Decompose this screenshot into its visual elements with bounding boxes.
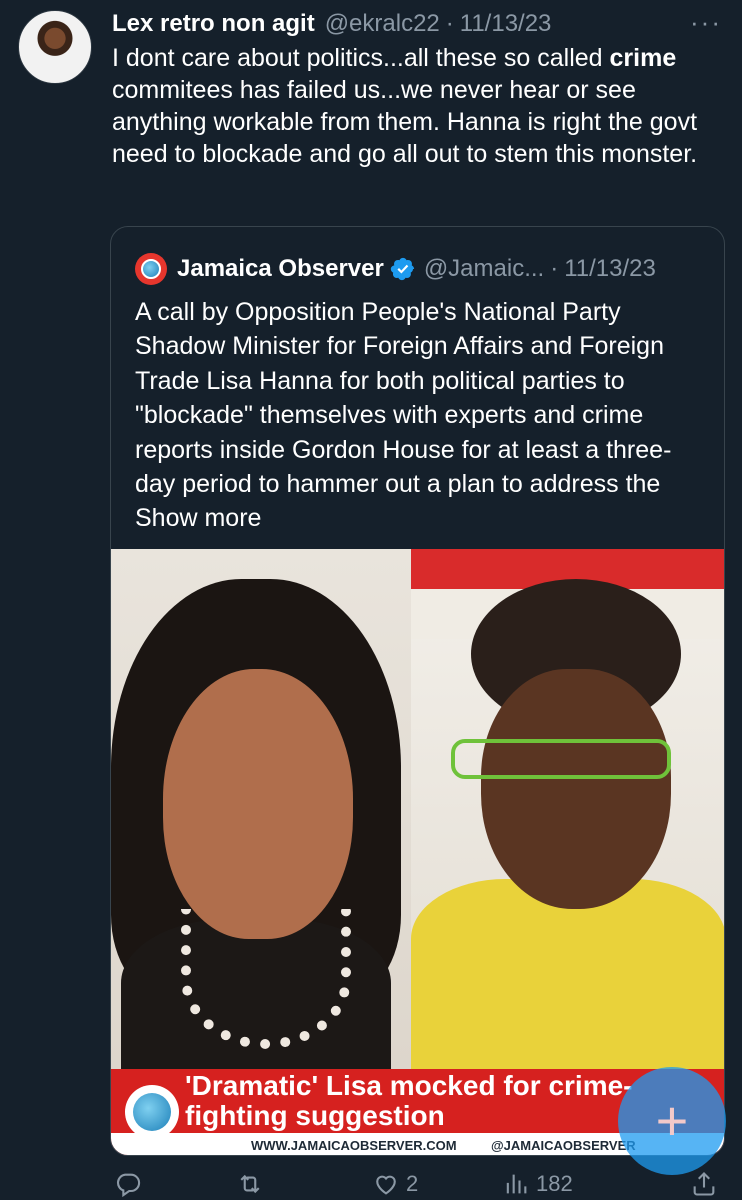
quoted-tweet-image[interactable]: 'Dramatic' Lisa mocked for crime-fightin… bbox=[111, 549, 724, 1155]
quoted-tweet-text: A call by Opposition People's National P… bbox=[135, 298, 672, 533]
retweet-button[interactable] bbox=[236, 1170, 270, 1198]
share-icon bbox=[693, 1172, 715, 1196]
quoted-tweet-card[interactable]: Jamaica Observer @Jamaic... · 11/13/23 A… bbox=[110, 226, 725, 1156]
tweet-text-line-1: I dont care about politics...all these s… bbox=[112, 44, 603, 72]
reply-button[interactable] bbox=[114, 1170, 148, 1198]
tweet-date[interactable]: 11/13/23 bbox=[460, 10, 552, 38]
separator-dot: · bbox=[445, 10, 454, 37]
tweet-text: I dont care about politics...all these s… bbox=[112, 42, 722, 170]
views-count: 182 bbox=[536, 1171, 573, 1196]
quoted-author-handle: @Jamaic... bbox=[423, 255, 545, 282]
author-name[interactable]: Lex retro non agit bbox=[112, 10, 315, 38]
second-person-photo bbox=[411, 549, 724, 1069]
reply-icon bbox=[117, 1173, 141, 1198]
like-count: 2 bbox=[406, 1171, 419, 1196]
tweet-actions-bar: 2 182 bbox=[110, 1168, 722, 1200]
image-footer-handle: @JAMAICAOBSERVER bbox=[491, 1137, 636, 1153]
like-button[interactable]: 2 bbox=[372, 1170, 418, 1198]
views-button[interactable]: 182 bbox=[502, 1170, 573, 1198]
observer-globe-logo bbox=[125, 1085, 179, 1139]
compose-fab-button[interactable]: + bbox=[618, 1067, 726, 1175]
quoted-author-name: Jamaica Observer bbox=[177, 255, 384, 282]
author-avatar[interactable] bbox=[18, 10, 92, 84]
quoted-separator-dot: · bbox=[550, 255, 559, 282]
tweet-header: Lex retro non agit @ekralc22 · 11/13/23 … bbox=[112, 8, 722, 40]
author-handle[interactable]: @ekralc22 bbox=[325, 10, 440, 38]
share-button[interactable] bbox=[690, 1170, 718, 1198]
tweet-text-bold: crime bbox=[609, 44, 677, 72]
views-bar-chart-icon bbox=[506, 1174, 527, 1194]
more-horizontal-icon[interactable]: ··· bbox=[690, 8, 722, 36]
jamaica-observer-logo-avatar bbox=[135, 253, 167, 285]
image-footer-url: WWW.JAMAICAOBSERVER.COM bbox=[251, 1137, 457, 1153]
lisa-hanna-photo bbox=[111, 549, 411, 1069]
quoted-tweet-date: 11/13/23 bbox=[564, 255, 656, 282]
heart-icon bbox=[376, 1175, 396, 1195]
retweet-icon bbox=[240, 1174, 260, 1194]
tweet-text-rest: commitees has failed us...we never hear … bbox=[112, 76, 698, 168]
quoted-tweet-header: Jamaica Observer @Jamaic... · 11/13/23 bbox=[135, 251, 700, 287]
plus-icon: + bbox=[655, 1089, 689, 1152]
verified-badge-icon bbox=[390, 257, 414, 281]
